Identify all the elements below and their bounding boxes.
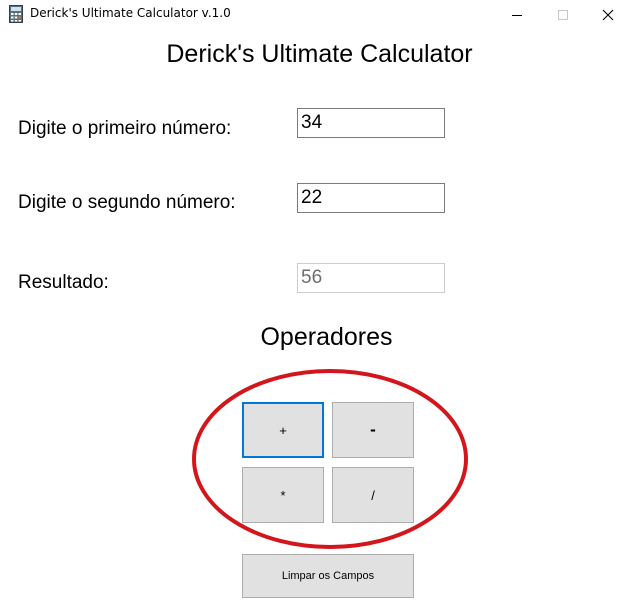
subtract-button[interactable]: -: [332, 402, 414, 458]
window-title: Derick's Ultimate Calculator v.1.0: [30, 6, 231, 20]
clear-fields-button[interactable]: Limpar os Campos: [242, 554, 414, 598]
maximize-icon: [558, 10, 568, 20]
first-number-label: Digite o primeiro número:: [18, 118, 232, 139]
close-button[interactable]: [585, 0, 631, 30]
maximize-button[interactable]: [540, 0, 586, 30]
calculator-icon: [9, 5, 23, 23]
result-label: Resultado:: [18, 272, 109, 293]
minimize-button[interactable]: [494, 0, 540, 30]
page-title: Derick's Ultimate Calculator: [166, 40, 473, 68]
operators-heading: Operadores: [260, 323, 393, 351]
first-number-input[interactable]: 34: [297, 108, 445, 138]
multiply-button[interactable]: *: [242, 467, 324, 523]
close-icon: [602, 9, 614, 21]
highlight-ellipse: [192, 369, 468, 549]
minimize-icon: [512, 15, 522, 16]
result-field: 56: [297, 263, 445, 293]
second-number-label: Digite o segundo número:: [18, 192, 236, 213]
second-number-input[interactable]: 22: [297, 183, 445, 213]
add-button[interactable]: +: [242, 402, 324, 458]
divide-button[interactable]: /: [332, 467, 414, 523]
window-titlebar: Derick's Ultimate Calculator v.1.0: [0, 0, 631, 30]
